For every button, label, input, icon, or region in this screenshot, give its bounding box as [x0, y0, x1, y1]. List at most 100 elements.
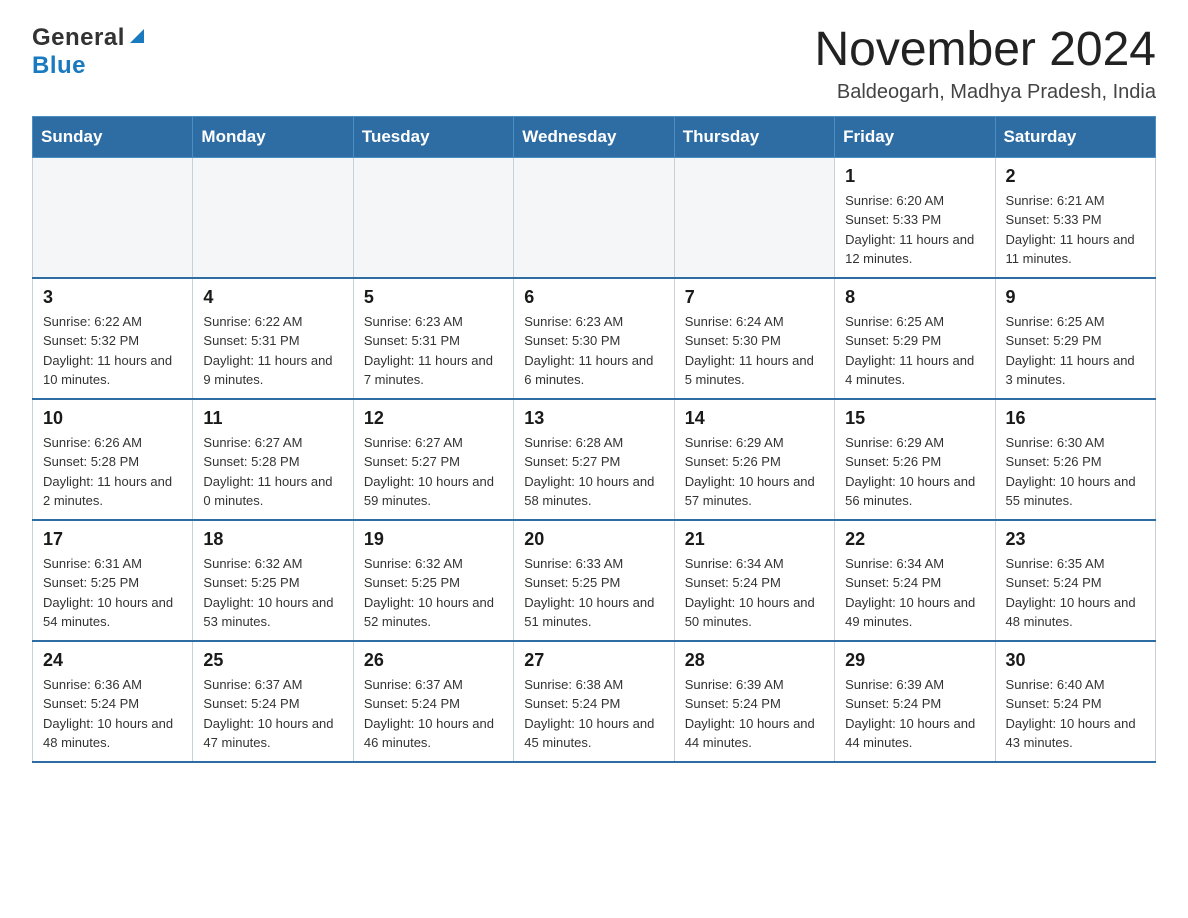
calendar-cell: 18 Sunrise: 6:32 AMSunset: 5:25 PMDayligh…: [193, 520, 353, 641]
calendar-cell: 23Sunrise: 6:35 AMSunset: 5:24 PMDayligh…: [995, 520, 1155, 641]
calendar-cell: 17 Sunrise: 6:31 AMSunset: 5:25 PMDayligh…: [33, 520, 193, 641]
calendar-cell: 10Sunrise: 6:26 AMSunset: 5:28 PMDayligh…: [33, 399, 193, 520]
day-info: Sunrise: 6:31 AMSunset: 5:25 PMDaylight:…: [43, 554, 182, 632]
calendar-cell: 6 Sunrise: 6:23 AMSunset: 5:30 PMDaylight…: [514, 278, 674, 399]
day-info: Sunrise: 6:23 AMSunset: 5:31 PMDaylight:…: [364, 312, 503, 390]
logo: General Blue: [32, 24, 146, 80]
day-number: 5: [364, 287, 503, 308]
logo-general-text: General: [32, 24, 125, 52]
day-info: Sunrise: 6:21 AMSunset: 5:33 PMDaylight:…: [1006, 191, 1145, 269]
calendar-cell: [353, 157, 513, 278]
calendar-cell: 30 Sunrise: 6:40 AMSunset: 5:24 PMDayligh…: [995, 641, 1155, 762]
day-number: 13: [524, 408, 663, 429]
header-row: SundayMondayTuesdayWednesdayThursdayFrid…: [33, 116, 1156, 157]
calendar-cell: 4Sunrise: 6:22 AMSunset: 5:31 PMDaylight…: [193, 278, 353, 399]
day-number: 30: [1006, 650, 1145, 671]
calendar-cell: [193, 157, 353, 278]
calendar-cell: 2 Sunrise: 6:21 AMSunset: 5:33 PMDaylight…: [995, 157, 1155, 278]
calendar-cell: 11 Sunrise: 6:27 AMSunset: 5:28 PMDayligh…: [193, 399, 353, 520]
location-text: Baldeogarh, Madhya Pradesh, India: [814, 81, 1156, 104]
day-info: Sunrise: 6:40 AMSunset: 5:24 PMDaylight:…: [1006, 675, 1145, 753]
day-info: Sunrise: 6:39 AMSunset: 5:24 PMDaylight:…: [685, 675, 824, 753]
day-number: 20: [524, 529, 663, 550]
calendar-cell: 19 Sunrise: 6:32 AMSunset: 5:25 PMDayligh…: [353, 520, 513, 641]
header-day-monday: Monday: [193, 116, 353, 157]
day-info: Sunrise: 6:35 AMSunset: 5:24 PMDaylight:…: [1006, 554, 1145, 632]
day-info: Sunrise: 6:29 AMSunset: 5:26 PMDaylight:…: [845, 433, 984, 511]
day-info: Sunrise: 6:32 AMSunset: 5:25 PMDaylight:…: [364, 554, 503, 632]
calendar-cell: 28Sunrise: 6:39 AMSunset: 5:24 PMDayligh…: [674, 641, 834, 762]
day-info: Sunrise: 6:27 AMSunset: 5:28 PMDaylight:…: [203, 433, 342, 511]
day-info: Sunrise: 6:37 AMSunset: 5:24 PMDaylight:…: [203, 675, 342, 753]
day-info: Sunrise: 6:38 AMSunset: 5:24 PMDaylight:…: [524, 675, 663, 753]
day-number: 3: [43, 287, 182, 308]
day-number: 8: [845, 287, 984, 308]
title-section: November 2024 Baldeogarh, Madhya Pradesh…: [814, 24, 1156, 104]
calendar-table: SundayMondayTuesdayWednesdayThursdayFrid…: [32, 116, 1156, 763]
header-day-wednesday: Wednesday: [514, 116, 674, 157]
calendar-cell: 29Sunrise: 6:39 AMSunset: 5:24 PMDayligh…: [835, 641, 995, 762]
day-number: 1: [845, 166, 984, 187]
day-number: 25: [203, 650, 342, 671]
calendar-cell: 13 Sunrise: 6:28 AMSunset: 5:27 PMDayligh…: [514, 399, 674, 520]
calendar-cell: 12 Sunrise: 6:27 AMSunset: 5:27 PMDayligh…: [353, 399, 513, 520]
day-number: 14: [685, 408, 824, 429]
calendar-week-4: 17 Sunrise: 6:31 AMSunset: 5:25 PMDayligh…: [33, 520, 1156, 641]
day-number: 2: [1006, 166, 1145, 187]
day-number: 24: [43, 650, 182, 671]
header-day-tuesday: Tuesday: [353, 116, 513, 157]
day-number: 27: [524, 650, 663, 671]
day-info: Sunrise: 6:27 AMSunset: 5:27 PMDaylight:…: [364, 433, 503, 511]
day-info: Sunrise: 6:22 AMSunset: 5:32 PMDaylight:…: [43, 312, 182, 390]
day-info: Sunrise: 6:29 AMSunset: 5:26 PMDaylight:…: [685, 433, 824, 511]
calendar-cell: 3 Sunrise: 6:22 AMSunset: 5:32 PMDaylight…: [33, 278, 193, 399]
calendar-cell: 16 Sunrise: 6:30 AMSunset: 5:26 PMDayligh…: [995, 399, 1155, 520]
day-info: Sunrise: 6:28 AMSunset: 5:27 PMDaylight:…: [524, 433, 663, 511]
calendar-cell: 26Sunrise: 6:37 AMSunset: 5:24 PMDayligh…: [353, 641, 513, 762]
day-number: 22: [845, 529, 984, 550]
day-number: 19: [364, 529, 503, 550]
day-number: 18: [203, 529, 342, 550]
calendar-cell: 8 Sunrise: 6:25 AMSunset: 5:29 PMDaylight…: [835, 278, 995, 399]
day-number: 17: [43, 529, 182, 550]
day-info: Sunrise: 6:23 AMSunset: 5:30 PMDaylight:…: [524, 312, 663, 390]
calendar-week-5: 24 Sunrise: 6:36 AMSunset: 5:24 PMDayligh…: [33, 641, 1156, 762]
calendar-cell: 14 Sunrise: 6:29 AMSunset: 5:26 PMDayligh…: [674, 399, 834, 520]
day-number: 11: [203, 408, 342, 429]
page-header: General Blue November 2024 Baldeogarh, M…: [32, 24, 1156, 104]
month-title: November 2024: [814, 24, 1156, 77]
header-day-thursday: Thursday: [674, 116, 834, 157]
day-info: Sunrise: 6:37 AMSunset: 5:24 PMDaylight:…: [364, 675, 503, 753]
calendar-week-3: 10Sunrise: 6:26 AMSunset: 5:28 PMDayligh…: [33, 399, 1156, 520]
day-number: 6: [524, 287, 663, 308]
calendar-cell: [674, 157, 834, 278]
day-info: Sunrise: 6:25 AMSunset: 5:29 PMDaylight:…: [845, 312, 984, 390]
calendar-cell: 25 Sunrise: 6:37 AMSunset: 5:24 PMDayligh…: [193, 641, 353, 762]
day-info: Sunrise: 6:25 AMSunset: 5:29 PMDaylight:…: [1006, 312, 1145, 390]
day-info: Sunrise: 6:33 AMSunset: 5:25 PMDaylight:…: [524, 554, 663, 632]
day-info: Sunrise: 6:26 AMSunset: 5:28 PMDaylight:…: [43, 433, 182, 511]
calendar-cell: 21 Sunrise: 6:34 AMSunset: 5:24 PMDayligh…: [674, 520, 834, 641]
header-day-friday: Friday: [835, 116, 995, 157]
day-info: Sunrise: 6:34 AMSunset: 5:24 PMDaylight:…: [685, 554, 824, 632]
day-number: 9: [1006, 287, 1145, 308]
header-day-sunday: Sunday: [33, 116, 193, 157]
calendar-cell: 1Sunrise: 6:20 AMSunset: 5:33 PMDaylight…: [835, 157, 995, 278]
calendar-cell: 7Sunrise: 6:24 AMSunset: 5:30 PMDaylight…: [674, 278, 834, 399]
day-number: 15: [845, 408, 984, 429]
logo-blue-text: Blue: [32, 52, 86, 79]
calendar-body: 1Sunrise: 6:20 AMSunset: 5:33 PMDaylight…: [33, 157, 1156, 762]
calendar-week-1: 1Sunrise: 6:20 AMSunset: 5:33 PMDaylight…: [33, 157, 1156, 278]
calendar-cell: 20 Sunrise: 6:33 AMSunset: 5:25 PMDayligh…: [514, 520, 674, 641]
day-info: Sunrise: 6:36 AMSunset: 5:24 PMDaylight:…: [43, 675, 182, 753]
day-number: 12: [364, 408, 503, 429]
day-info: Sunrise: 6:32 AMSunset: 5:25 PMDaylight:…: [203, 554, 342, 632]
day-number: 21: [685, 529, 824, 550]
day-number: 16: [1006, 408, 1145, 429]
day-info: Sunrise: 6:30 AMSunset: 5:26 PMDaylight:…: [1006, 433, 1145, 511]
calendar-cell: 22Sunrise: 6:34 AMSunset: 5:24 PMDayligh…: [835, 520, 995, 641]
calendar-week-2: 3 Sunrise: 6:22 AMSunset: 5:32 PMDaylight…: [33, 278, 1156, 399]
calendar-cell: [33, 157, 193, 278]
calendar-cell: 27 Sunrise: 6:38 AMSunset: 5:24 PMDayligh…: [514, 641, 674, 762]
day-number: 4: [203, 287, 342, 308]
